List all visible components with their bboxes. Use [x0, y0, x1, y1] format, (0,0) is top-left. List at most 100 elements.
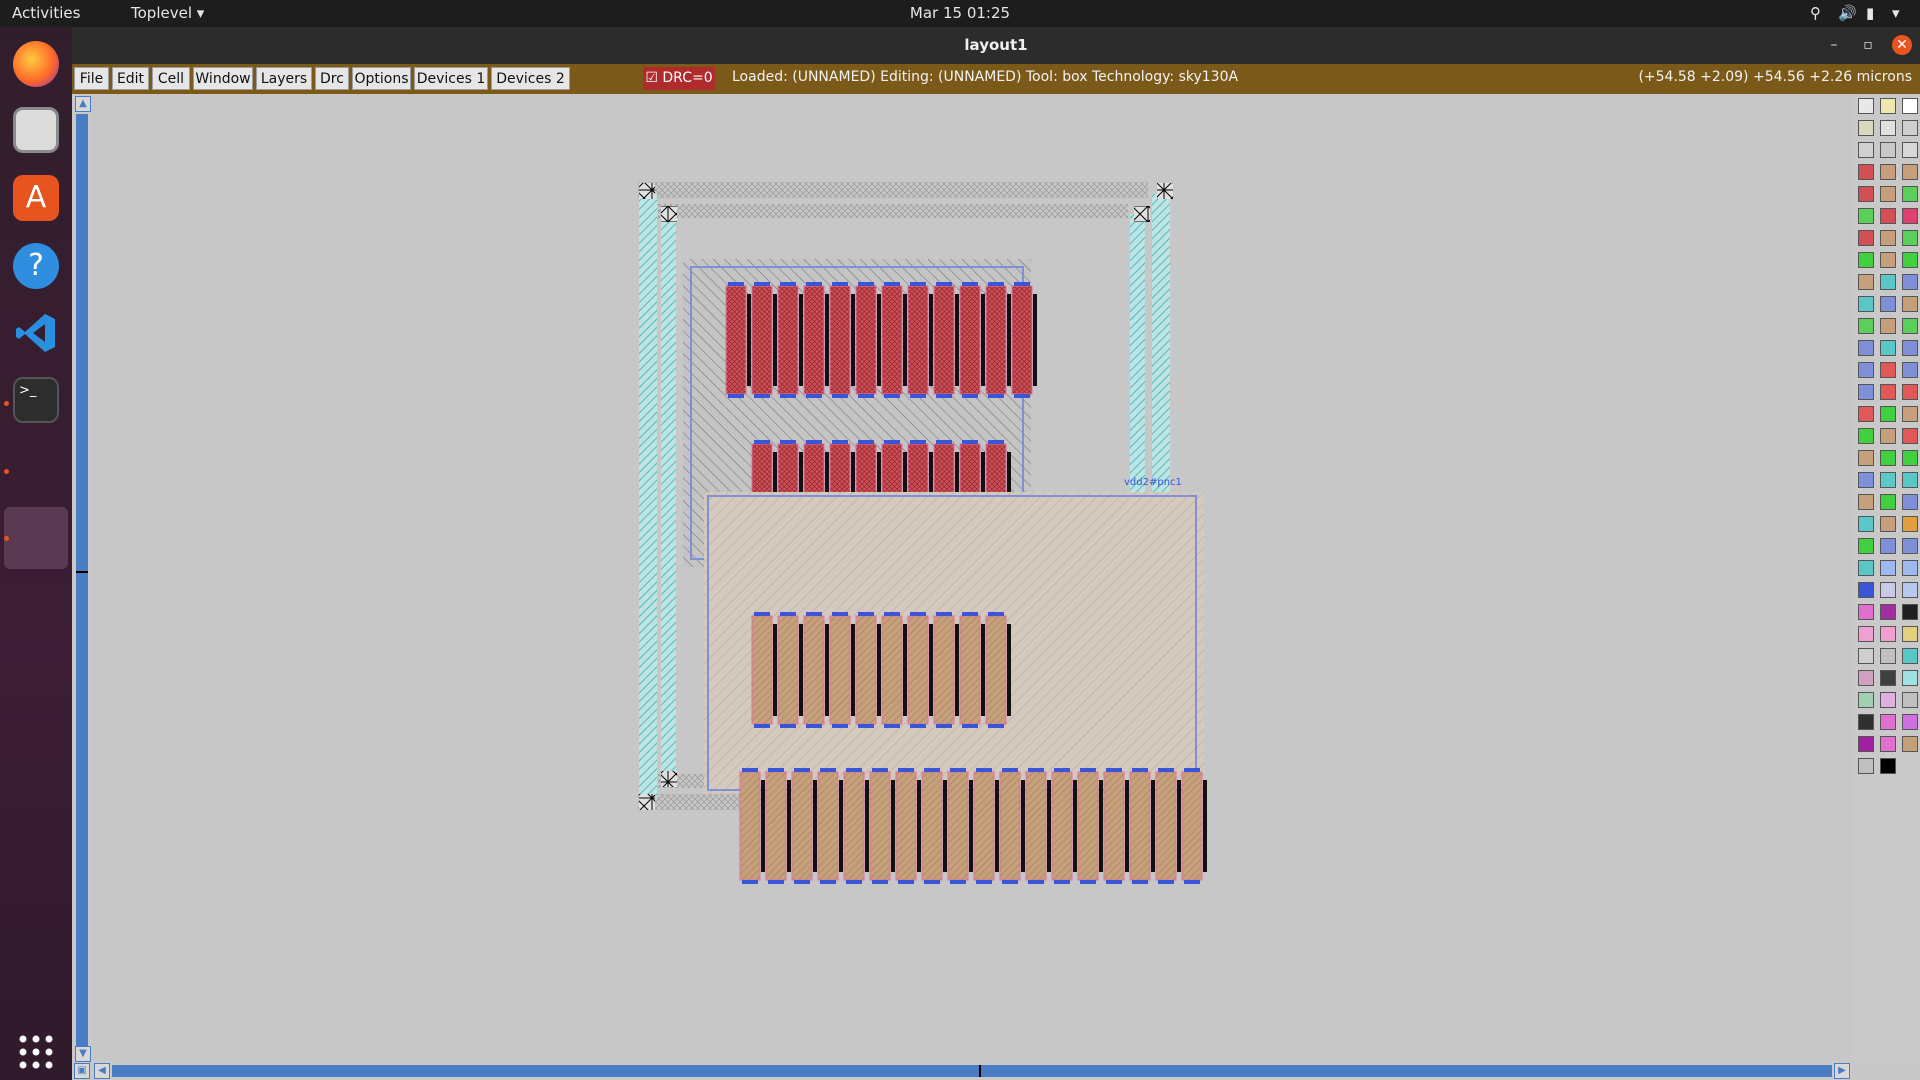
- layer-swatch[interactable]: [1858, 494, 1874, 510]
- app-center-icon[interactable]: A: [13, 175, 59, 221]
- layer-swatch[interactable]: [1858, 362, 1874, 378]
- layer-swatch[interactable]: [1902, 340, 1918, 356]
- layer-swatch[interactable]: [1858, 142, 1874, 158]
- layer-swatch[interactable]: [1880, 450, 1896, 466]
- layer-swatch[interactable]: [1902, 164, 1918, 180]
- layer-swatch[interactable]: [1880, 560, 1896, 576]
- layer-swatch[interactable]: [1880, 384, 1896, 400]
- layer-swatch[interactable]: [1880, 164, 1896, 180]
- layer-swatch[interactable]: [1858, 692, 1874, 708]
- zoom-box-icon[interactable]: ▣: [74, 1063, 90, 1079]
- layer-swatch[interactable]: [1902, 98, 1918, 114]
- layer-swatch[interactable]: [1880, 516, 1896, 532]
- layer-swatch[interactable]: [1902, 604, 1918, 620]
- network-icon[interactable]: ⚲: [1810, 4, 1821, 22]
- layer-swatch[interactable]: [1902, 186, 1918, 202]
- layer-swatch[interactable]: [1858, 230, 1874, 246]
- layer-swatch[interactable]: [1858, 384, 1874, 400]
- menu-devices-1[interactable]: Devices 1: [414, 67, 488, 90]
- layer-swatch[interactable]: [1902, 428, 1918, 444]
- app-menu[interactable]: Toplevel ▾: [131, 4, 204, 22]
- layer-swatch[interactable]: [1858, 648, 1874, 664]
- layer-swatch[interactable]: [1902, 142, 1918, 158]
- layer-swatch[interactable]: [1858, 98, 1874, 114]
- menu-edit[interactable]: Edit: [112, 67, 149, 90]
- menu-devices-2[interactable]: Devices 2: [491, 67, 570, 90]
- layer-swatch[interactable]: [1880, 296, 1896, 312]
- activities-button[interactable]: Activities: [12, 4, 80, 22]
- layer-swatch[interactable]: [1880, 120, 1896, 136]
- layer-swatch[interactable]: [1858, 340, 1874, 356]
- layer-swatch[interactable]: [1858, 516, 1874, 532]
- layer-swatch[interactable]: [1902, 230, 1918, 246]
- help-icon[interactable]: ?: [13, 243, 59, 289]
- layer-swatch[interactable]: [1902, 736, 1918, 752]
- layer-swatch[interactable]: [1880, 582, 1896, 598]
- layer-swatch[interactable]: [1880, 428, 1896, 444]
- restore-icon[interactable]: ▫: [1858, 35, 1878, 55]
- magic-window-icon[interactable]: [4, 507, 68, 569]
- window-titlebar[interactable]: layout1 – ▫ ✕: [72, 27, 1920, 64]
- vertical-scroll-thumb[interactable]: [76, 114, 88, 1048]
- menu-cell[interactable]: Cell: [152, 67, 190, 90]
- layer-swatch[interactable]: [1858, 186, 1874, 202]
- layer-swatch[interactable]: [1902, 318, 1918, 334]
- menu-drc[interactable]: Drc: [315, 67, 349, 90]
- vertical-scrollbar[interactable]: ▲ ▼: [72, 94, 92, 1064]
- layer-swatch[interactable]: [1880, 494, 1896, 510]
- layer-swatch[interactable]: [1880, 274, 1896, 290]
- layer-swatch[interactable]: [1902, 208, 1918, 224]
- layer-swatch[interactable]: [1880, 626, 1896, 642]
- layer-swatch[interactable]: [1880, 208, 1896, 224]
- layer-swatch[interactable]: [1858, 538, 1874, 554]
- layer-swatch[interactable]: [1902, 538, 1918, 554]
- layer-swatch[interactable]: [1902, 714, 1918, 730]
- layer-swatch[interactable]: [1902, 362, 1918, 378]
- layer-swatch[interactable]: [1858, 604, 1874, 620]
- layer-swatch[interactable]: [1858, 120, 1874, 136]
- layer-swatch[interactable]: [1880, 670, 1896, 686]
- layer-swatch[interactable]: [1858, 582, 1874, 598]
- layer-swatch[interactable]: [1858, 318, 1874, 334]
- layer-swatch[interactable]: [1880, 714, 1896, 730]
- layer-swatch[interactable]: [1858, 274, 1874, 290]
- layer-swatch[interactable]: [1858, 560, 1874, 576]
- menu-window[interactable]: Window: [193, 67, 253, 90]
- menu-options[interactable]: Options: [352, 67, 411, 90]
- layer-swatch[interactable]: [1880, 736, 1896, 752]
- layer-swatch[interactable]: [1902, 670, 1918, 686]
- layer-swatch[interactable]: [1902, 494, 1918, 510]
- battery-icon[interactable]: ▮: [1866, 4, 1874, 22]
- menu-layers[interactable]: Layers: [256, 67, 312, 90]
- drc-indicator[interactable]: ☑ DRC=0: [643, 67, 715, 90]
- layer-swatch[interactable]: [1902, 252, 1918, 268]
- show-apps-icon[interactable]: [13, 1029, 59, 1075]
- files-icon[interactable]: [13, 107, 59, 153]
- layer-swatch[interactable]: [1880, 406, 1896, 422]
- layer-swatch[interactable]: [1858, 670, 1874, 686]
- layer-swatch[interactable]: [1880, 318, 1896, 334]
- layer-swatch[interactable]: [1902, 274, 1918, 290]
- horizontal-scroll-thumb[interactable]: [112, 1065, 1832, 1077]
- layer-swatch[interactable]: [1858, 252, 1874, 268]
- layer-swatch[interactable]: [1902, 648, 1918, 664]
- layer-swatch[interactable]: [1880, 340, 1896, 356]
- layer-swatch[interactable]: [1902, 450, 1918, 466]
- layer-swatch[interactable]: [1880, 538, 1896, 554]
- layer-swatch[interactable]: [1858, 164, 1874, 180]
- layer-swatch[interactable]: [1880, 362, 1896, 378]
- layer-swatch[interactable]: [1902, 384, 1918, 400]
- layer-swatch[interactable]: [1902, 120, 1918, 136]
- layer-swatch[interactable]: [1880, 252, 1896, 268]
- scroll-left-icon[interactable]: ◀: [94, 1063, 110, 1079]
- volume-icon[interactable]: 🔊: [1838, 4, 1857, 22]
- vscode-icon[interactable]: [13, 310, 59, 356]
- layer-swatch[interactable]: [1902, 560, 1918, 576]
- layer-swatch[interactable]: [1880, 142, 1896, 158]
- layer-swatch[interactable]: [1858, 428, 1874, 444]
- layer-swatch[interactable]: [1902, 406, 1918, 422]
- layer-swatch[interactable]: [1902, 516, 1918, 532]
- layer-swatch[interactable]: [1880, 472, 1896, 488]
- layer-swatch[interactable]: [1858, 758, 1874, 774]
- layer-swatch[interactable]: [1902, 582, 1918, 598]
